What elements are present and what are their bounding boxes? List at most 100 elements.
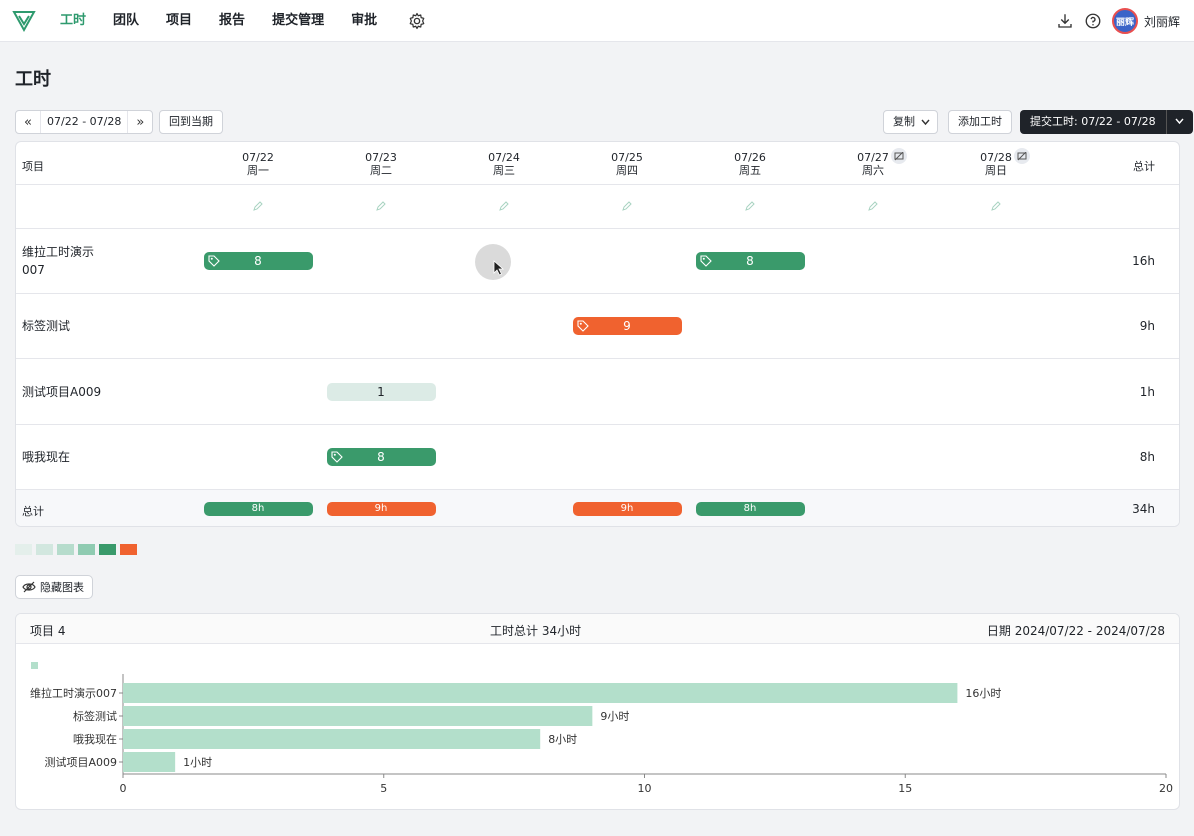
hours-chip[interactable]: 8	[326, 448, 436, 466]
nav-menu: 工时 团队 项目 报告 提交管理 审批	[50, 0, 394, 42]
legend-swatch	[99, 544, 116, 555]
submit-label: 提交工时: 07/22 - 07/28	[1020, 110, 1167, 134]
project-column-header: 项目	[22, 160, 44, 173]
x-tick-label: 10	[638, 782, 652, 795]
avatar[interactable]: 丽辉	[1111, 8, 1138, 34]
x-tick-label: 20	[1159, 782, 1173, 795]
chart-category-label: 维拉工时演示007	[30, 686, 117, 700]
totals-label: 总计	[22, 505, 44, 518]
submit-dropdown[interactable]	[1167, 110, 1193, 134]
chart-value-label: 16小时	[965, 687, 1001, 700]
nav-item-1[interactable]: 团队	[103, 0, 149, 42]
project-name[interactable]: 测试项目A009	[22, 383, 192, 401]
project-name[interactable]: 维拉工时演示007	[22, 243, 102, 279]
tag-icon	[576, 320, 589, 332]
summary-chart-panel: 项目 4 工时总计 34小时 日期 2024/07/22 - 2024/07/2…	[15, 613, 1180, 810]
top-nav: 工时 团队 项目 报告 提交管理 审批 丽辉 刘丽辉	[0, 0, 1194, 42]
x-tick-label: 0	[120, 782, 127, 795]
week-pager: « 07/22 - 07/28 »	[15, 110, 154, 134]
next-week-button[interactable]: »	[128, 111, 152, 133]
hours-chip[interactable]: 1	[326, 383, 436, 401]
chart-category-label: 标签测试	[73, 709, 117, 723]
day-header: 07/26 周五	[720, 151, 780, 177]
chart-category-label: 哦我现在	[73, 733, 117, 746]
nav-item-5[interactable]: 审批	[341, 0, 387, 42]
day-date: 07/24	[488, 151, 520, 164]
project-count: 项目 4	[30, 624, 66, 638]
project-total: 8h	[1139, 450, 1155, 464]
week-range[interactable]: 07/22 - 07/28	[40, 111, 129, 133]
x-tick-label: 15	[898, 782, 912, 795]
day-total-chip: 9h	[326, 502, 436, 516]
hours-value: 8	[746, 254, 754, 268]
note-pencil-icon[interactable]	[253, 201, 263, 211]
day-date: 07/22	[242, 151, 274, 164]
hours-value: 9	[623, 319, 631, 333]
tag-icon	[330, 451, 343, 463]
username[interactable]: 刘丽辉	[1144, 13, 1180, 30]
hours-value: 8	[254, 254, 262, 268]
hours-chip[interactable]: 8	[203, 252, 313, 270]
note-pencil-icon[interactable]	[745, 201, 755, 211]
day-weekday: 周三	[493, 164, 515, 177]
cursor-highlight	[475, 244, 511, 280]
help-icon[interactable]	[1084, 12, 1102, 30]
hide-chart-button[interactable]: 隐藏图表	[15, 575, 93, 599]
copy-button[interactable]: 复制	[883, 110, 938, 134]
hours-chip[interactable]: 8	[695, 252, 805, 270]
prev-week-button[interactable]: «	[16, 111, 40, 133]
legend-swatch	[120, 544, 137, 555]
summary-header: 项目 4 工时总计 34小时 日期 2024/07/22 - 2024/07/2…	[16, 614, 1179, 644]
x-tick-label: 5	[380, 782, 387, 795]
project-row: 哦我现在 8 8h	[16, 425, 1179, 490]
legend-swatch	[36, 544, 53, 555]
legend-swatch	[57, 544, 74, 555]
day-header: 07/23 周二	[351, 151, 411, 177]
nav-item-3[interactable]: 报告	[209, 0, 255, 42]
legend-swatch	[15, 544, 32, 555]
submit-hours-button[interactable]: 提交工时: 07/22 - 07/28	[1020, 110, 1193, 134]
note-pencil-icon[interactable]	[991, 201, 1001, 211]
total-column-header: 总计	[1133, 160, 1155, 173]
project-name[interactable]: 哦我现在	[22, 448, 192, 466]
project-name[interactable]: 标签测试	[22, 317, 192, 335]
day-weekday: 周六	[862, 164, 884, 177]
color-legend	[15, 544, 141, 555]
eye-off-icon	[22, 581, 36, 593]
day-weekday: 周日	[985, 164, 1007, 177]
note-pencil-icon[interactable]	[622, 201, 632, 211]
chart-legend-marker	[31, 662, 38, 669]
day-date: 07/23	[365, 151, 397, 164]
totals-sum: 34h	[1132, 502, 1155, 516]
nav-item-0[interactable]: 工时	[50, 0, 96, 42]
day-date: 07/26	[734, 151, 766, 164]
day-weekday: 周四	[616, 164, 638, 177]
day-header: 07/25 周四	[597, 151, 657, 177]
back-to-current-button[interactable]: 回到当期	[159, 110, 223, 134]
hide-chart-label: 隐藏图表	[40, 581, 84, 594]
nav-item-2[interactable]: 项目	[156, 0, 202, 42]
download-icon[interactable]	[1056, 12, 1074, 30]
note-pencil-icon[interactable]	[499, 201, 509, 211]
app-logo-icon[interactable]	[12, 9, 36, 33]
hide-weekend-icon[interactable]	[891, 148, 907, 164]
hide-weekend-icon[interactable]	[1014, 148, 1030, 164]
chart-value-label: 9小时	[600, 710, 629, 723]
chevron-down-icon	[1175, 118, 1184, 125]
hours-chip[interactable]: 9	[572, 317, 682, 335]
chart-bar	[123, 706, 593, 726]
note-pencil-icon[interactable]	[868, 201, 878, 211]
note-pencil-icon[interactable]	[376, 201, 386, 211]
day-total-chip: 8h	[695, 502, 805, 516]
chart-bar	[123, 683, 958, 703]
day-date: 07/25	[611, 151, 643, 164]
day-total-chip: 9h	[572, 502, 682, 516]
gear-icon[interactable]	[408, 12, 426, 30]
nav-item-4[interactable]: 提交管理	[262, 0, 334, 42]
chart-bar	[123, 729, 541, 749]
hours-value: 8	[377, 450, 385, 464]
legend-swatch	[78, 544, 95, 555]
add-hours-button[interactable]: 添加工时	[948, 110, 1012, 134]
hours-bar-chart: 维拉工时演示007 16小时标签测试 9小时哦我现在 8小时测试项目A009 1小时 0 5…	[30, 662, 1173, 795]
total-hours: 工时总计 34小时	[490, 624, 582, 638]
